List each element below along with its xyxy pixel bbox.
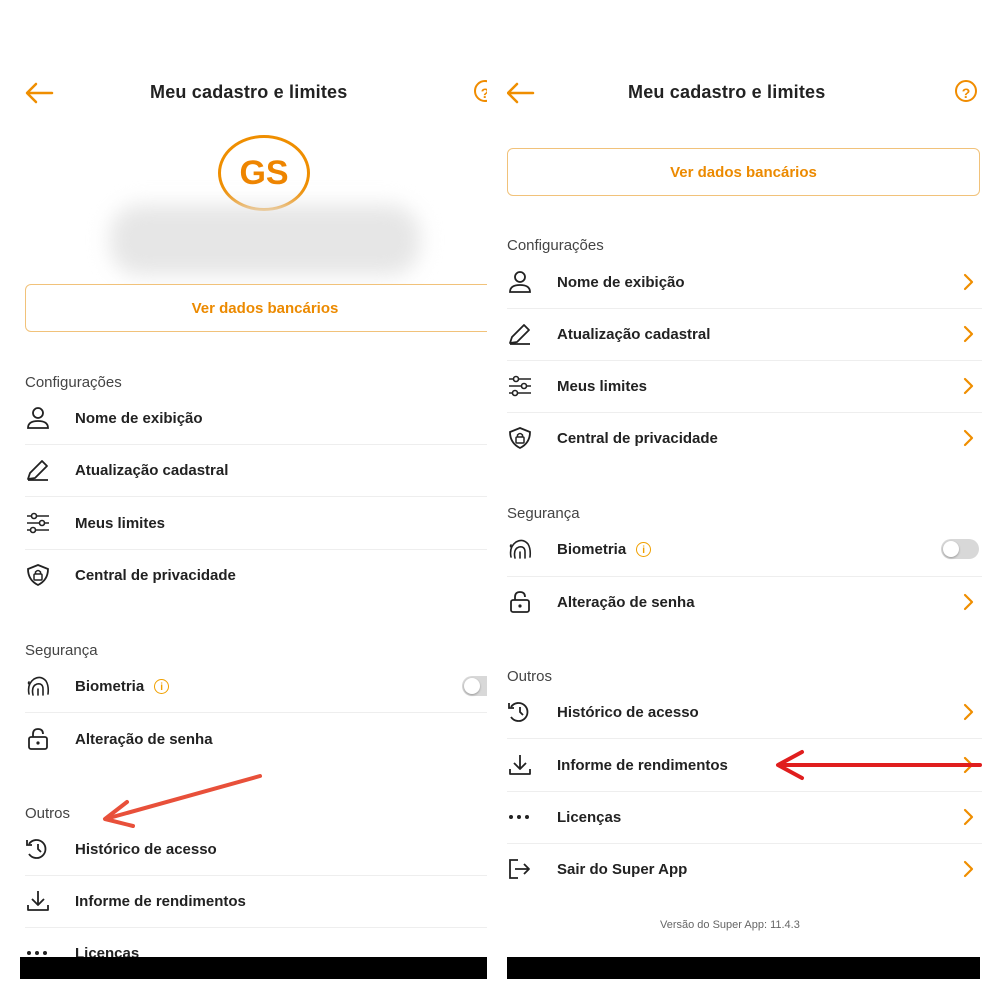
app-version: Versão do Super App: 11.4.3	[660, 919, 800, 931]
right-screenshot: Meu cadastro e limites ? Ver dados bancá…	[507, 0, 1000, 1000]
section-seguranca: Segurança	[507, 505, 580, 522]
menu-item-central-privacidade[interactable]: Central de privacidade	[507, 412, 982, 464]
dots-icon	[507, 805, 537, 829]
fingerprint-icon	[507, 537, 537, 561]
person-icon	[507, 270, 537, 294]
section-outros: Outros	[25, 805, 71, 822]
menu-item-central-privacidade[interactable]: Central de privacidade	[25, 549, 487, 601]
menu-item-nome-exibicao[interactable]: Nome de exibição	[507, 256, 982, 308]
chevron-right-icon	[963, 703, 974, 721]
menu-item-alteracao-senha[interactable]: Alteração de senha	[25, 713, 487, 765]
menu-item-alteracao-senha[interactable]: Alteração de senha	[507, 576, 982, 628]
chevron-right-icon	[963, 860, 974, 878]
back-arrow-icon[interactable]	[22, 78, 56, 108]
menu-item-sair[interactable]: Sair do Super App	[507, 843, 982, 895]
logout-icon	[507, 857, 537, 881]
help-icon[interactable]: ?	[474, 80, 487, 102]
menu-item-meus-limites[interactable]: Meus limites	[507, 360, 982, 412]
history-icon	[507, 700, 537, 724]
app-header: Meu cadastro e limites ?	[507, 70, 1000, 116]
bottom-bar	[20, 957, 487, 979]
section-configuracoes: Configurações	[25, 374, 122, 391]
page-title: Meu cadastro e limites	[150, 82, 348, 102]
biometria-toggle[interactable]	[462, 676, 487, 696]
info-icon[interactable]: i	[154, 678, 170, 694]
sliders-icon	[507, 374, 537, 398]
red-arrow-annotation	[776, 750, 982, 780]
shield-lock-icon	[507, 426, 537, 450]
info-icon[interactable]: i	[636, 541, 652, 557]
download-icon	[25, 889, 55, 913]
app-header: Meu cadastro e limites ?	[0, 70, 487, 116]
menu-item-biometria: Biometria i	[25, 660, 487, 712]
view-bank-data-button[interactable]: Ver dados bancários	[25, 284, 487, 332]
chevron-right-icon	[963, 325, 974, 343]
page-title: Meu cadastro e limites	[628, 82, 826, 102]
section-configuracoes: Configurações	[507, 237, 604, 254]
chevron-right-icon	[963, 377, 974, 395]
menu-item-atualizacao-cadastral[interactable]: Atualização cadastral	[507, 308, 982, 360]
lock-icon	[507, 590, 537, 614]
biometria-toggle[interactable]	[941, 539, 979, 559]
menu-item-informe-rendimentos[interactable]: Informe de rendimentos	[25, 875, 487, 927]
back-arrow-icon[interactable]	[507, 78, 537, 108]
chevron-right-icon	[963, 273, 974, 291]
bottom-bar	[507, 957, 980, 979]
chevron-right-icon	[963, 808, 974, 826]
fingerprint-icon	[25, 674, 55, 698]
pencil-icon	[25, 458, 55, 482]
menu-item-meus-limites[interactable]: Meus limites	[25, 497, 487, 549]
menu-item-biometria: Biometria i	[507, 523, 982, 575]
redacted-user-name	[110, 205, 420, 275]
shield-lock-icon	[25, 563, 55, 587]
avatar: GS	[218, 135, 310, 211]
help-icon[interactable]: ?	[955, 80, 977, 102]
chevron-right-icon	[963, 429, 974, 447]
left-screenshot: Meu cadastro e limites ? GS Ver dados ba…	[0, 0, 487, 1000]
menu-item-historico-acesso[interactable]: Histórico de acesso	[507, 686, 982, 738]
section-seguranca: Segurança	[25, 642, 98, 659]
lock-icon	[25, 727, 55, 751]
sliders-icon	[25, 511, 55, 535]
history-icon	[25, 837, 55, 861]
download-icon	[507, 753, 537, 777]
section-outros: Outros	[507, 668, 553, 685]
person-icon	[25, 406, 55, 430]
menu-item-licencas[interactable]: Licenças	[507, 791, 982, 843]
chevron-right-icon	[963, 593, 974, 611]
red-arrow-annotation	[103, 774, 262, 828]
view-bank-data-button[interactable]: Ver dados bancários	[507, 148, 980, 196]
pencil-icon	[507, 322, 537, 346]
menu-item-historico-acesso[interactable]: Histórico de acesso	[25, 823, 487, 875]
menu-item-nome-exibicao[interactable]: Nome de exibição	[25, 392, 487, 444]
menu-item-atualizacao-cadastral[interactable]: Atualização cadastral	[25, 444, 487, 496]
